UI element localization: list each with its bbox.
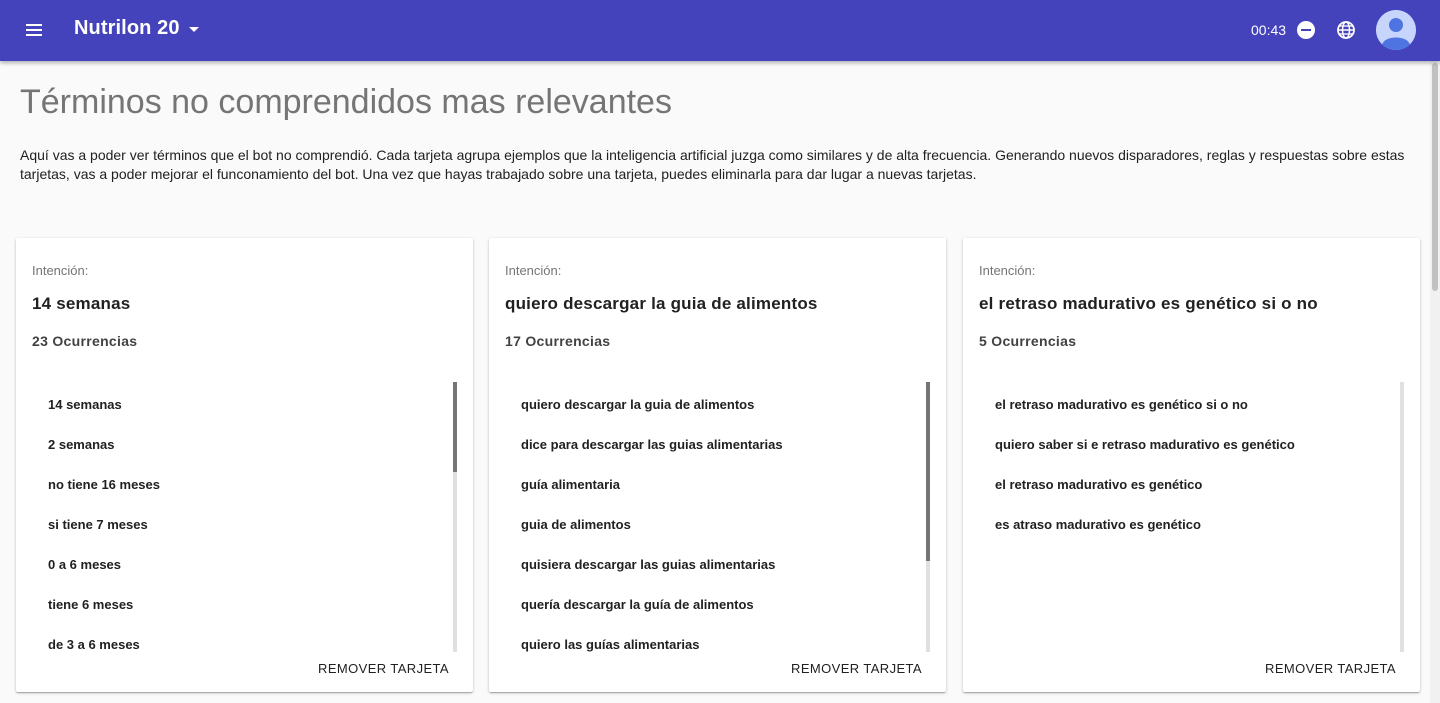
list-item: quisiera descargar las guias alimentaria… (521, 557, 776, 572)
list-item: quiero descargar la guia de alimentos (521, 397, 755, 412)
examples-scrollbar-thumb[interactable] (453, 382, 457, 472)
list-item: guía alimentaria (521, 477, 620, 492)
remove-card-button[interactable]: REMOVER TARJETA (310, 656, 457, 682)
list-item: quiero las guías alimentarias (521, 637, 700, 652)
intent-card: Intención: el retraso madurativo es gené… (963, 238, 1420, 692)
intent-title: 14 semanas (32, 294, 131, 313)
intent-card: Intención: 14 semanas 23 Ocurrencias 14 … (16, 238, 473, 692)
remove-card-button[interactable]: REMOVER TARJETA (783, 656, 930, 682)
list-item: quiero saber si e retraso madurativo es … (995, 437, 1295, 452)
chevron-down-icon[interactable] (189, 27, 199, 32)
list-item: quería descargar la guía de alimentos (521, 597, 754, 612)
occurrence-count: 5 Ocurrencias (979, 333, 1077, 349)
occurrence-count: 17 Ocurrencias (505, 333, 611, 349)
list-item: no tiene 16 meses (48, 477, 160, 492)
list-item: el retraso madurativo es genético (995, 477, 1203, 492)
occurrence-count: 23 Ocurrencias (32, 333, 138, 349)
intent-label: Intención: (32, 263, 89, 278)
intent-label: Intención: (505, 263, 562, 278)
menu-icon[interactable] (22, 18, 46, 42)
list-item: guia de alimentos (521, 517, 631, 532)
avatar[interactable] (1376, 10, 1416, 50)
session-clock: 00:43 (1251, 22, 1287, 38)
list-item: de 3 a 6 meses (48, 637, 140, 652)
examples-scrollbar[interactable] (1400, 382, 1404, 652)
page-scrollbar-thumb[interactable] (1432, 63, 1438, 291)
intent-label: Intención: (979, 263, 1036, 278)
intent-card: Intención: quiero descargar la guia de a… (489, 238, 946, 692)
examples-scrollbar-thumb[interactable] (926, 382, 930, 561)
intent-title: el retraso madurativo es genético si o n… (979, 294, 1318, 313)
intent-title: quiero descargar la guia de alimentos (505, 294, 818, 313)
list-item: el retraso madurativo es genético si o n… (995, 397, 1248, 412)
examples-scrollbar[interactable] (926, 382, 930, 652)
app-bar: Nutrilon 20 00:43 (0, 0, 1440, 61)
page-title: Términos no comprendidos mas relevantes (20, 83, 672, 121)
list-item: 2 semanas (48, 437, 115, 452)
app-title[interactable]: Nutrilon 20 (74, 17, 180, 40)
globe-icon[interactable] (1336, 20, 1356, 40)
remove-card-button[interactable]: REMOVER TARJETA (1257, 656, 1404, 682)
list-item: dice para descargar las guias alimentari… (521, 437, 783, 452)
list-item: 14 semanas (48, 397, 122, 412)
list-item: tiene 6 meses (48, 597, 134, 612)
examples-list[interactable]: el retraso madurativo es genético si o n… (979, 382, 1405, 652)
examples-scrollbar[interactable] (453, 382, 457, 652)
list-item: 0 a 6 meses (48, 557, 122, 572)
list-item: es atraso madurativo es genético (995, 517, 1201, 532)
list-item: si tiene 7 meses (48, 517, 148, 532)
page-intro: Aquí vas a poder ver términos que el bot… (20, 147, 1405, 182)
examples-list[interactable]: quiero descargar la guia de alimentos di… (505, 382, 931, 652)
examples-list[interactable]: 14 semanas 2 semanas no tiene 16 meses s… (32, 382, 458, 652)
do-not-disturb-icon[interactable] (1297, 21, 1315, 39)
